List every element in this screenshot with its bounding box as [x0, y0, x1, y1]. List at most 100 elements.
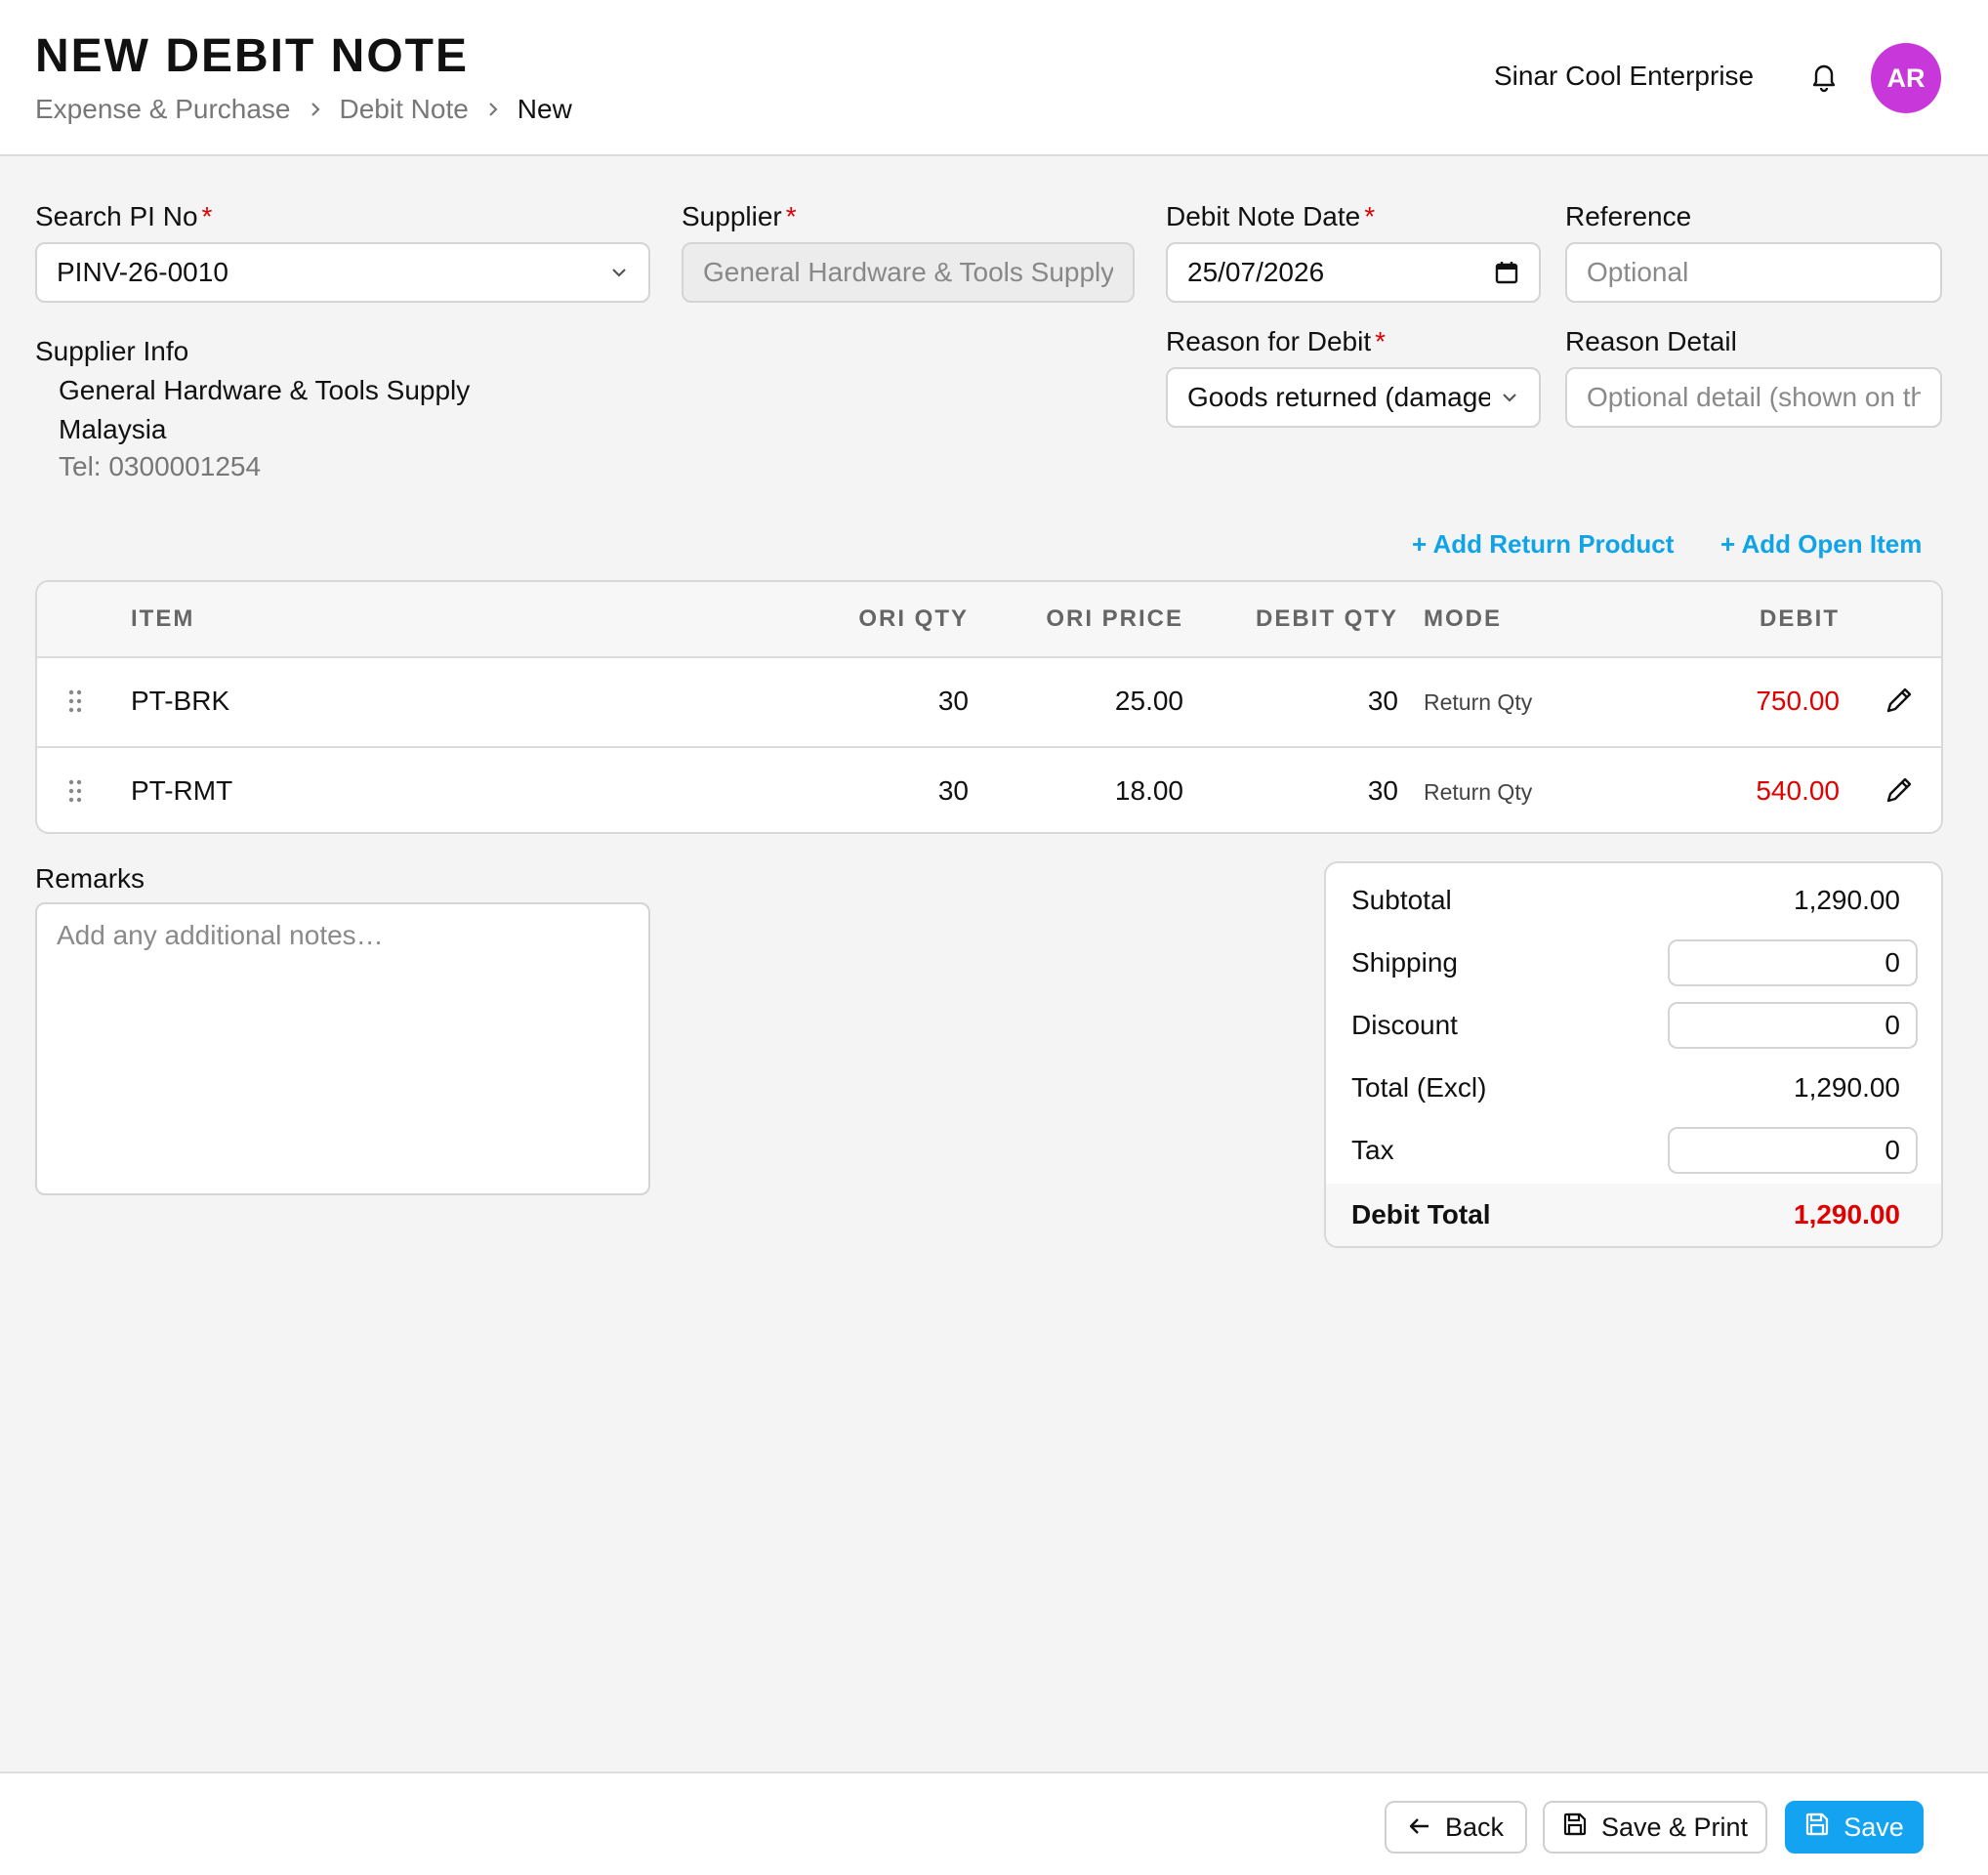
summary-panel: Subtotal 1,290.00 Shipping 0 Discount 0 …	[1324, 861, 1943, 1248]
chevron-right-icon	[486, 100, 500, 119]
calendar-icon[interactable]	[1494, 260, 1519, 285]
avatar[interactable]: AR	[1871, 43, 1941, 113]
debit-date-label-text: Debit Note Date	[1166, 201, 1361, 231]
save-print-label: Save & Print	[1600, 1812, 1749, 1842]
reason-label: Reason for Debit *	[1166, 326, 1386, 357]
required-mark: *	[1364, 201, 1376, 231]
reason-label-text: Reason for Debit	[1166, 326, 1372, 356]
bell-icon[interactable]	[1806, 59, 1842, 94]
row-ori-price: 18.00	[1114, 775, 1183, 806]
required-mark: *	[785, 201, 797, 231]
supplier-info-tel: Tel: 0300001254	[59, 451, 262, 481]
remarks-label: Remarks	[35, 863, 145, 894]
arrow-left-icon	[1408, 1812, 1431, 1843]
reference-placeholder: Optional	[1587, 257, 1689, 287]
table-row: PT-RMT 30 18.00 30 Return Qty 540.00	[37, 746, 1941, 832]
add-open-item-button[interactable]: + Add Open Item	[1720, 529, 1922, 560]
pi-no-select[interactable]: PINV-26-0010	[35, 242, 650, 303]
row-mode: Return Qty	[1424, 779, 1533, 805]
table-header: ITEM ORI QTY ORI PRICE DEBIT QTY MODE DE…	[37, 582, 1941, 658]
debit-date-label: Debit Note Date *	[1166, 201, 1375, 232]
edit-icon[interactable]	[1883, 773, 1916, 812]
top-header: NEW DEBIT NOTE Expense & Purchase Debit …	[0, 0, 1988, 156]
summary-subtotal: Subtotal 1,290.00	[1326, 869, 1941, 932]
summary-discount: Discount 0	[1326, 994, 1941, 1057]
col-debit: DEBIT	[1760, 605, 1840, 632]
edit-icon[interactable]	[1883, 684, 1916, 722]
debit-total-label: Debit Total	[1351, 1199, 1491, 1229]
row-debit: 540.00	[1756, 775, 1840, 806]
reason-detail-placeholder: Optional detail (shown on the document)	[1587, 382, 1921, 412]
save-print-button[interactable]: Save & Print	[1543, 1801, 1767, 1854]
required-mark: *	[1375, 326, 1387, 356]
breadcrumb-new: New	[517, 94, 572, 124]
row-item: PT-BRK	[131, 686, 230, 716]
col-item: ITEM	[131, 605, 195, 632]
save-label: Save	[1843, 1812, 1904, 1842]
back-button[interactable]: Back	[1385, 1801, 1527, 1854]
reason-value: Goods returned (damaged)	[1187, 382, 1490, 412]
subtotal-value: 1,290.00	[1794, 885, 1900, 915]
subtotal-label: Subtotal	[1351, 885, 1452, 915]
col-ori-qty: ORI QTY	[858, 605, 969, 632]
row-ori-qty: 30	[937, 686, 969, 716]
col-debit-qty: DEBIT QTY	[1255, 605, 1398, 632]
row-debit-qty: 30	[1367, 686, 1398, 716]
shipping-input[interactable]: 0	[1668, 939, 1918, 986]
supplier-field: General Hardware & Tools Supply	[682, 242, 1135, 303]
chevron-down-icon	[1500, 391, 1519, 404]
supplier-info-name: General Hardware & Tools Supply	[59, 375, 471, 405]
debit-total-value: 1,290.00	[1794, 1199, 1900, 1229]
supplier-info-label: Supplier Info	[35, 336, 189, 366]
row-debit-qty: 30	[1367, 775, 1398, 806]
items-table: ITEM ORI QTY ORI PRICE DEBIT QTY MODE DE…	[35, 580, 1943, 834]
page-title: NEW DEBIT NOTE	[35, 30, 469, 82]
reason-select[interactable]: Goods returned (damaged)	[1166, 367, 1541, 428]
breadcrumb: Expense & Purchase Debit Note New	[35, 94, 572, 125]
drag-handle-icon[interactable]	[66, 777, 84, 810]
summary-tax: Tax 0	[1326, 1119, 1941, 1182]
floppy-disk-icon	[1804, 1812, 1830, 1844]
summary-shipping: Shipping 0	[1326, 932, 1941, 994]
debit-date-value: 25/07/2026	[1187, 257, 1325, 287]
supplier-value: General Hardware & Tools Supply	[703, 257, 1113, 287]
row-mode: Return Qty	[1424, 689, 1533, 715]
chevron-right-icon	[309, 100, 322, 119]
drag-handle-icon[interactable]	[66, 688, 84, 720]
remarks-textarea[interactable]: Add any additional notes…	[35, 902, 650, 1195]
col-mode: MODE	[1424, 605, 1502, 632]
row-item: PT-RMT	[131, 775, 233, 806]
reference-label: Reference	[1565, 201, 1692, 231]
supplier-label: Supplier *	[682, 201, 797, 232]
row-debit: 750.00	[1756, 686, 1840, 716]
pi-no-value: PINV-26-0010	[57, 257, 228, 287]
reason-detail-input[interactable]: Optional detail (shown on the document)	[1565, 367, 1942, 428]
supplier-label-text: Supplier	[682, 201, 782, 231]
col-ori-price: ORI PRICE	[1046, 605, 1183, 632]
table-row: PT-BRK 30 25.00 30 Return Qty 750.00	[37, 658, 1941, 746]
pi-no-label: Search PI No *	[35, 201, 212, 232]
required-mark: *	[201, 201, 213, 231]
back-label: Back	[1444, 1812, 1505, 1842]
row-ori-qty: 30	[937, 775, 969, 806]
remarks-placeholder: Add any additional notes…	[57, 920, 384, 950]
debit-date-input[interactable]: 25/07/2026	[1166, 242, 1541, 303]
summary-total-excl: Total (Excl) 1,290.00	[1326, 1057, 1941, 1119]
floppy-disk-icon	[1562, 1812, 1588, 1844]
reference-input[interactable]: Optional	[1565, 242, 1942, 303]
save-button[interactable]: Save	[1785, 1801, 1924, 1854]
breadcrumb-expense-purchase[interactable]: Expense & Purchase	[35, 94, 291, 125]
pi-no-label-text: Search PI No	[35, 201, 198, 231]
reason-detail-label: Reason Detail	[1565, 326, 1737, 356]
discount-input[interactable]: 0	[1668, 1002, 1918, 1049]
supplier-info-country: Malaysia	[59, 414, 167, 444]
breadcrumb-debit-note[interactable]: Debit Note	[340, 94, 469, 125]
chevron-down-icon	[609, 266, 629, 279]
company-name[interactable]: Sinar Cool Enterprise	[1494, 61, 1754, 92]
tax-input[interactable]: 0	[1668, 1127, 1918, 1174]
summary-debit-total: Debit Total 1,290.00	[1326, 1184, 1941, 1246]
row-ori-price: 25.00	[1114, 686, 1183, 716]
add-return-product-button[interactable]: + Add Return Product	[1412, 529, 1674, 560]
total-excl-value: 1,290.00	[1794, 1072, 1900, 1103]
total-excl-label: Total (Excl)	[1351, 1072, 1487, 1103]
